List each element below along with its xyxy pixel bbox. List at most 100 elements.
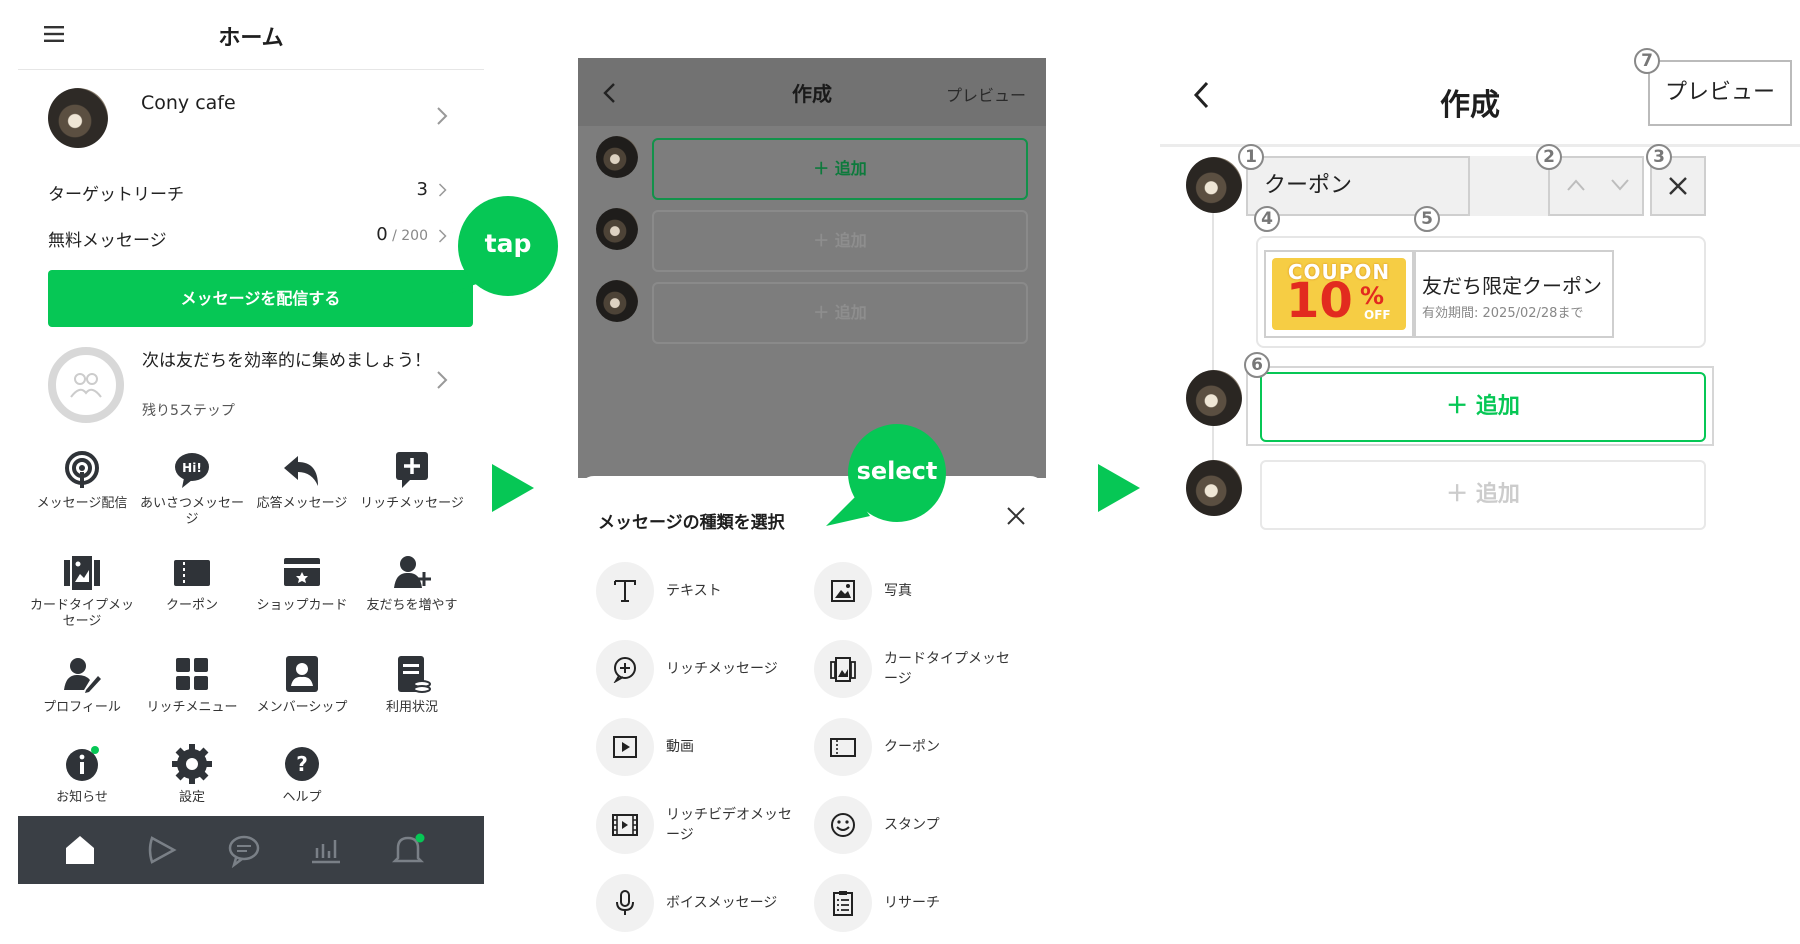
rich-video-icon bbox=[612, 814, 638, 836]
option-label: カードタイプメッセージ bbox=[884, 651, 1010, 687]
add-label: ＋ 追加 bbox=[813, 231, 867, 250]
step-badge-6: 6 bbox=[1244, 352, 1270, 378]
option-label: クーポン bbox=[884, 739, 940, 755]
message-slot[interactable]: ＋ 追加 bbox=[652, 210, 1028, 272]
field-spacer bbox=[1470, 156, 1548, 216]
greeting-hi-icon: Hi! bbox=[175, 453, 209, 488]
dim-overlay: 作成 プレビュー ＋ 追加 ＋ 追加 ＋ 追加 bbox=[578, 58, 1046, 478]
home-screen: ホーム Cony cafe ターゲットリーチ 3 無料メッセージ 0 / 200… bbox=[18, 0, 484, 885]
step-badge-3: 3 bbox=[1646, 144, 1672, 170]
grid-label: あいさつメッセージ bbox=[139, 496, 244, 527]
option-research[interactable]: リサーチ bbox=[814, 874, 1024, 934]
add-message-button[interactable]: ＋ 追加 bbox=[1260, 372, 1706, 442]
option-rich-message[interactable]: リッチメッセージ bbox=[596, 640, 806, 700]
grid-label: メンバーシップ bbox=[256, 700, 348, 715]
grid-item-greeting[interactable]: Hi! あいさつメッセージ bbox=[136, 450, 248, 528]
info-icon bbox=[66, 746, 99, 781]
coupon-percent: % bbox=[1360, 282, 1385, 310]
stats-icon[interactable] bbox=[308, 832, 344, 868]
grid-item-shop-card[interactable]: ショップカード bbox=[246, 552, 358, 614]
chevron-right-icon[interactable] bbox=[438, 182, 447, 198]
free-message-total: / 200 bbox=[387, 228, 428, 244]
option-text[interactable]: テキスト bbox=[596, 562, 806, 622]
option-sticker[interactable]: スタンプ bbox=[814, 796, 1024, 856]
next-step-text: 次は友だちを効率的に集めましょう！ bbox=[142, 351, 431, 371]
message-type-sheet: メッセージの種類を選択 テキスト 写真 リッチメッセージ カードタイプメッセージ… bbox=[578, 476, 1046, 944]
free-message-label: 無料メッセージ bbox=[48, 231, 167, 251]
grid-item-help[interactable]: ? ヘルプ bbox=[246, 744, 358, 806]
create-screen-with-sheet: 作成 プレビュー ＋ 追加 ＋ 追加 ＋ 追加 メッセージの種類を選択 テキスト… bbox=[578, 58, 1046, 944]
grid-label: ヘルプ bbox=[282, 790, 322, 805]
back-arrow-icon[interactable] bbox=[1192, 80, 1210, 110]
chevron-right-icon[interactable] bbox=[438, 228, 447, 244]
sheet-title: メッセージの種類を選択 bbox=[598, 513, 785, 533]
step-badge-7: 7 bbox=[1634, 48, 1660, 74]
free-message-used: 0 bbox=[376, 224, 388, 245]
coupon-graphic: COUPON 10 % OFF bbox=[1272, 258, 1406, 330]
option-rich-video[interactable]: リッチビデオメッセージ bbox=[596, 796, 806, 856]
chat-icon[interactable] bbox=[226, 832, 262, 868]
preview-button[interactable]: プレビュー bbox=[1648, 60, 1792, 126]
coupon-expiry: 有効期間: 2025/02/28まで bbox=[1422, 306, 1584, 321]
option-label: スタンプ bbox=[884, 817, 940, 833]
option-label: リッチメッセージ bbox=[666, 661, 778, 677]
video-icon bbox=[613, 736, 637, 758]
option-video[interactable]: 動画 bbox=[596, 718, 806, 778]
grid-item-membership[interactable]: メンバーシップ bbox=[246, 654, 358, 716]
account-avatar[interactable] bbox=[48, 88, 108, 148]
preview-link[interactable]: プレビュー bbox=[946, 82, 1026, 106]
settings-gear-icon bbox=[172, 744, 212, 784]
grid-item-rich-message[interactable]: リッチメッセージ bbox=[356, 450, 468, 512]
avatar bbox=[596, 136, 638, 178]
close-icon bbox=[1669, 177, 1687, 195]
grid-item-add-friends[interactable]: 友だちを増やす bbox=[356, 552, 468, 614]
bell-icon[interactable] bbox=[390, 832, 426, 868]
option-label: リッチビデオメッセージ bbox=[666, 807, 792, 843]
chevron-right-icon[interactable] bbox=[436, 370, 448, 390]
option-label: 写真 bbox=[884, 583, 912, 599]
chevron-up-icon[interactable] bbox=[1566, 178, 1586, 192]
grid-item-usage[interactable]: 利用状況 bbox=[356, 654, 468, 716]
coupon-image[interactable]: COUPON 10 % OFF bbox=[1264, 250, 1414, 338]
option-photo[interactable]: 写真 bbox=[814, 562, 1024, 622]
profile-edit-icon bbox=[64, 658, 101, 693]
grid-item-settings[interactable]: 設定 bbox=[136, 744, 248, 806]
add-message-button-disabled[interactable]: ＋ 追加 bbox=[1260, 460, 1706, 530]
coupon-off: OFF bbox=[1364, 308, 1391, 322]
page-title: 作成 bbox=[1440, 88, 1500, 123]
grid-item-coupon[interactable]: クーポン bbox=[136, 552, 248, 614]
option-coupon[interactable]: クーポン bbox=[814, 718, 1024, 778]
chevron-right-icon[interactable] bbox=[436, 106, 448, 126]
option-card-type[interactable]: カードタイプメッセージ bbox=[814, 640, 1024, 700]
close-icon[interactable] bbox=[1006, 506, 1026, 526]
option-voice[interactable]: ボイスメッセージ bbox=[596, 874, 806, 934]
membership-icon bbox=[286, 656, 318, 692]
option-label: リサーチ bbox=[884, 895, 940, 911]
bottom-tab-bar bbox=[18, 816, 484, 884]
chevron-down-icon[interactable] bbox=[1610, 178, 1630, 192]
grid-item-broadcast[interactable]: メッセージ配信 bbox=[26, 450, 138, 512]
grid-item-profile[interactable]: プロフィール bbox=[26, 654, 138, 716]
step-badge-5: 5 bbox=[1414, 206, 1440, 232]
rich-message-icon bbox=[613, 657, 636, 683]
reorder-buttons[interactable] bbox=[1548, 156, 1644, 216]
send-message-button[interactable]: メッセージを配信する bbox=[48, 270, 473, 327]
add-label: 追加 bbox=[1475, 482, 1520, 507]
message-slot[interactable]: ＋ 追加 bbox=[652, 282, 1028, 344]
home-icon[interactable] bbox=[62, 832, 98, 868]
grid-item-rich-menu[interactable]: リッチメニュー bbox=[136, 654, 248, 716]
voom-icon[interactable] bbox=[144, 832, 180, 868]
message-name-field[interactable]: クーポン bbox=[1246, 156, 1470, 216]
grid-item-notices[interactable]: お知らせ bbox=[26, 744, 138, 806]
grid-label: リッチメッセージ bbox=[360, 496, 464, 511]
page-title: ホーム bbox=[218, 26, 284, 51]
create-detail-screen: 作成 プレビュー 7 クーポン 1 2 3 COUPON 10 % OFF 4 … bbox=[1160, 40, 1800, 640]
add-friend-icon bbox=[394, 556, 431, 588]
account-name[interactable]: Cony cafe bbox=[141, 92, 236, 114]
grid-label: お知らせ bbox=[56, 790, 108, 805]
grid-item-card-type[interactable]: カードタイプメッセージ bbox=[26, 552, 138, 630]
grid-item-auto-reply[interactable]: 応答メッセージ bbox=[246, 450, 358, 512]
message-slot[interactable]: ＋ 追加 bbox=[652, 138, 1028, 200]
plus-icon: ＋ bbox=[1446, 394, 1476, 419]
add-label: 追加 bbox=[1475, 394, 1520, 419]
